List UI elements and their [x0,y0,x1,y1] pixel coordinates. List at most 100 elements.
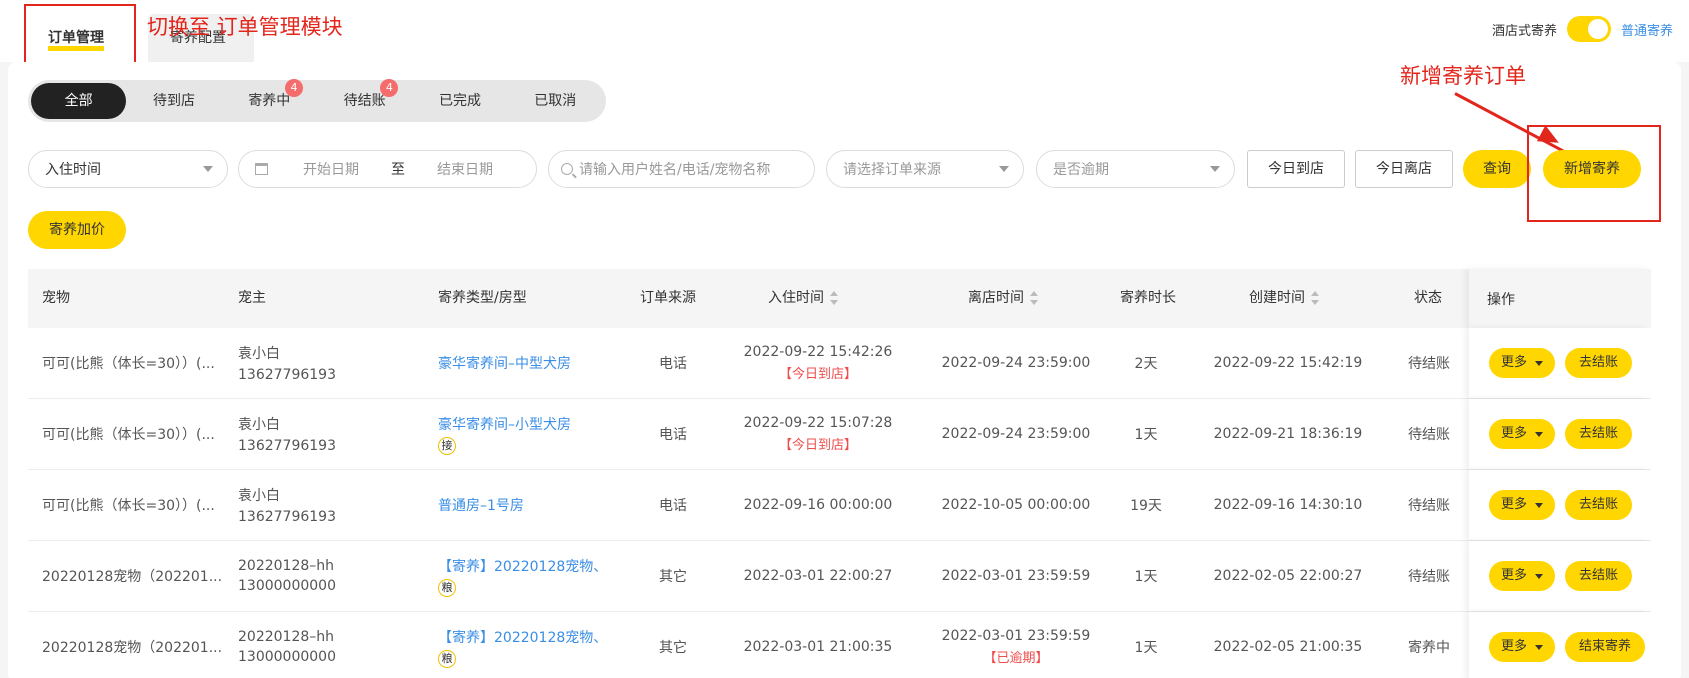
overdue-select[interactable]: 是否逾期 [1036,150,1235,188]
col-created[interactable]: 创建时间 [1249,269,1319,328]
duration-cell: 1天 [1134,640,1158,656]
col-pet: 宠物 [42,290,70,306]
room-link[interactable]: 【寄养】20220128宠物、 [438,627,618,647]
date-range-picker[interactable]: 开始日期 至 结束日期 [238,150,537,188]
sort-icon[interactable] [830,291,838,305]
col-checkout[interactable]: 离店时间 [968,269,1038,328]
pet-cell: 可可(比熊（体长=30））(... [42,356,215,372]
more-button[interactable]: 更多 [1489,419,1556,449]
more-button[interactable]: 更多 [1489,632,1556,662]
col-ops: 操作 [1469,269,1651,328]
room-cell: 豪华寄养间–小型犬房接 [438,399,618,469]
caret-down-icon [1535,573,1544,579]
ops-cell: 更多 去结账 [1469,470,1651,540]
checkout-time: 2022-03-01 23:59:59 [941,628,1091,644]
status-tabs: 全部 待到店 寄养中 4 待结账 4 已完成 已取消 [28,79,606,122]
col-ops-label: 操作 [1487,291,1515,308]
query-button[interactable]: 查询 [1463,150,1531,188]
room-link[interactable]: 豪华寄养间–中型犬房 [438,353,618,373]
annotation-box-add [1527,125,1661,222]
row-action-button[interactable]: 结束寄养 [1565,632,1646,662]
more-button[interactable]: 更多 [1489,348,1556,378]
caret-down-icon [1535,360,1544,366]
status-tab-boarding[interactable]: 寄养中 4 [222,79,317,119]
col-source: 订单来源 [640,290,696,306]
row-action-button[interactable]: 去结账 [1565,348,1633,378]
status-tab-pending-checkout[interactable]: 待结账 4 [317,79,412,119]
search-input[interactable]: 请输入用户姓名/电话/宠物名称 [548,150,815,188]
owner-name: 袁小白 [238,488,280,504]
col-created-label: 创建时间 [1249,290,1305,306]
mode-toggle[interactable] [1566,16,1611,42]
annotation-add-order: 新增寄养订单 [1400,64,1526,88]
mode-right-label[interactable]: 普通寄养 [1621,20,1673,39]
owner-name: 20220128–hh [238,558,335,574]
created-cell: 2022-09-21 18:36:19 [1213,426,1363,442]
status-cell: 待结账 [1408,427,1450,443]
today-leave-button[interactable]: 今日离店 [1355,150,1453,188]
today-arrive-button[interactable]: 今日到店 [1247,150,1345,188]
ops-cell: 更多 去结账 [1469,399,1651,469]
table-row: 可可(比熊（体长=30））(... 袁小白 13627796193 豪华寄养间–中… [28,328,1651,399]
status-tab-all[interactable]: 全部 [31,83,127,119]
created-cell: 2022-09-16 14:30:10 [1213,497,1363,513]
chevron-down-icon [999,166,1009,172]
food-tag-icon: 粮 [438,578,456,597]
pet-cell: 20220128宠物（202201... [42,640,222,656]
col-checkin[interactable]: 入住时间 [768,269,838,328]
room-cell: 【寄养】20220128宠物、粮 [438,612,618,678]
row-action-button[interactable]: 去结账 [1565,561,1633,591]
duration-cell: 2天 [1134,356,1158,372]
room-link[interactable]: 【寄养】20220128宠物、 [438,556,618,576]
time-type-select[interactable]: 入住时间 [28,150,228,188]
status-tab-label: 待到店 [152,93,195,109]
checkin-cell: 2022-03-01 22:00:27 [728,541,908,611]
overdue-placeholder: 是否逾期 [1053,162,1109,178]
order-source-select[interactable]: 请选择订单来源 [826,150,1024,188]
surcharge-button[interactable]: 寄养加价 [28,211,126,249]
owner-phone: 13627796193 [238,367,336,383]
more-button[interactable]: 更多 [1489,561,1556,591]
status-tab-label: 已完成 [438,93,481,109]
more-button[interactable]: 更多 [1489,490,1556,520]
more-label: 更多 [1501,426,1528,441]
status-tab-completed[interactable]: 已完成 [412,83,507,119]
count-badge: 4 [284,79,303,97]
checkin-time: 2022-03-01 21:00:35 [743,639,893,655]
checkin-cell: 2022-09-16 00:00:00 [728,470,908,540]
sort-icon[interactable] [1030,291,1038,305]
table-header: 宠物 宠主 寄养类型/房型 订单来源 入住时间 离店时间 寄养时长 创建时间 状… [28,269,1651,328]
created-cell: 2022-02-05 21:00:35 [1213,639,1363,655]
created-cell: 2022-02-05 22:00:27 [1213,568,1363,584]
col-checkin-label: 入住时间 [768,290,824,306]
owner-cell: 袁小白 13627796193 [238,399,418,469]
time-type-value: 入住时间 [45,162,101,178]
owner-phone: 13627796193 [238,509,336,525]
room-link[interactable]: 豪华寄养间–小型犬房 [438,414,618,434]
status-cell: 待结账 [1408,356,1450,372]
search-placeholder: 请输入用户姓名/电话/宠物名称 [579,162,771,178]
source-placeholder: 请选择订单来源 [843,162,941,178]
room-cell: 普通房–1号房 [438,470,618,540]
end-date-input[interactable]: 结束日期 [418,159,512,179]
checkin-time: 2022-09-22 15:42:26 [743,344,893,360]
caret-down-icon [1535,644,1544,650]
row-action-button[interactable]: 去结账 [1565,419,1633,449]
room-link[interactable]: 普通房–1号房 [438,495,618,515]
status-tab-cancelled[interactable]: 已取消 [508,83,603,119]
more-label: 更多 [1501,497,1528,512]
mode-left-label: 酒店式寄养 [1491,23,1557,39]
sort-icon[interactable] [1311,291,1319,305]
room-cell: 【寄养】20220128宠物、粮 [438,541,618,611]
status-tab-label: 全部 [64,93,93,109]
col-status: 状态 [1414,290,1442,306]
status-tab-pending-arrival[interactable]: 待到店 [126,83,221,119]
start-date-input[interactable]: 开始日期 [284,159,378,179]
duration-cell: 1天 [1134,569,1158,585]
row-action-button[interactable]: 去结账 [1565,490,1633,520]
checkin-note: 【今日到店】 [778,367,857,382]
ops-cell: 更多 结束寄养 [1469,612,1651,678]
chevron-down-icon [1210,166,1220,172]
more-label: 更多 [1501,355,1528,370]
checkout-cell: 2022-09-24 23:59:00 [926,328,1106,398]
